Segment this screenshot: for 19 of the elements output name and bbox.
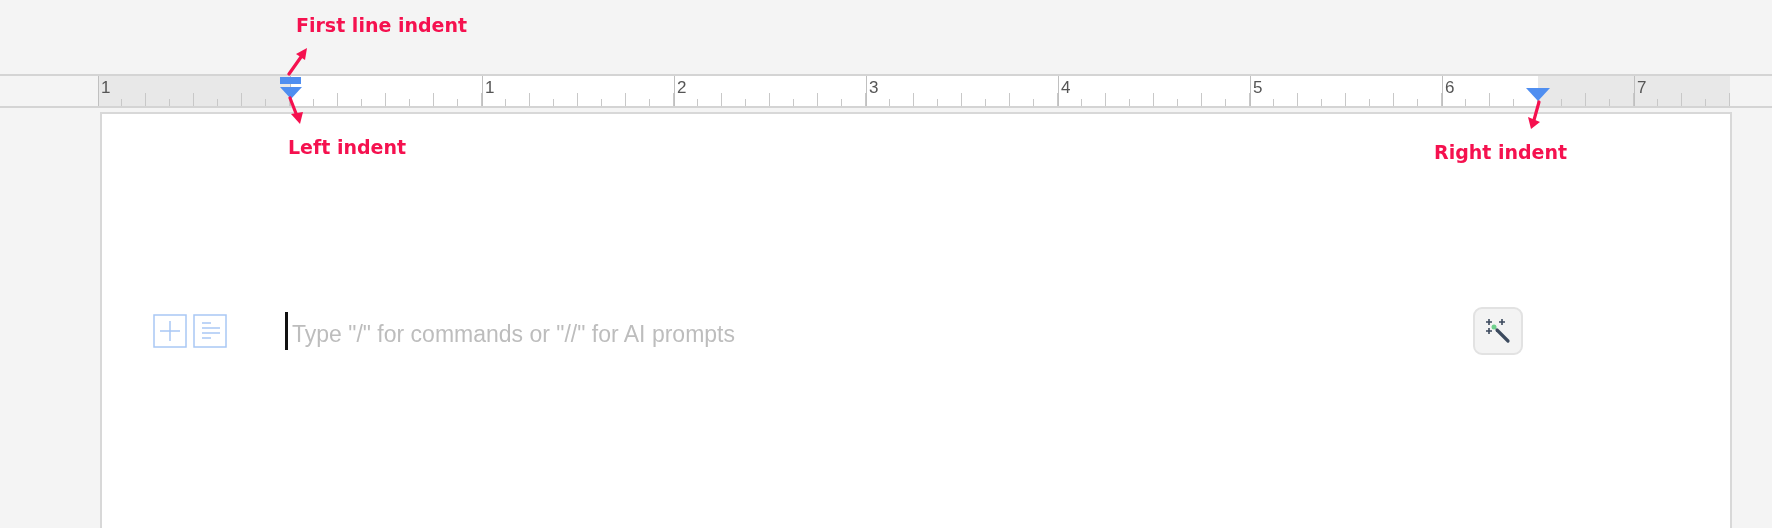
left-indent-marker[interactable] [280, 87, 302, 99]
first-line-indent-marker[interactable] [280, 77, 301, 84]
callout-label: Left indent [288, 136, 407, 158]
magic-wand-icon [1485, 318, 1511, 344]
ruler-number: 4 [1061, 79, 1071, 97]
callout-label: Right indent [1434, 141, 1568, 163]
ai-assist-button[interactable] [1473, 307, 1523, 355]
ruler-number: 3 [869, 79, 879, 97]
ruler-number: 5 [1253, 79, 1263, 97]
text-cursor [285, 312, 288, 350]
callout-arrow [284, 46, 308, 76]
right-indent-marker[interactable] [1526, 88, 1550, 101]
ruler-number: 1 [101, 79, 111, 97]
editor-input[interactable]: Type "/" for commands or "//" for AI prompts [288, 320, 1292, 348]
callout-label: First line indent [296, 14, 468, 36]
ruler-number: 6 [1445, 79, 1455, 97]
ruler-number: 1 [485, 79, 495, 97]
ruler-number: 2 [677, 79, 687, 97]
ruler-number: 7 [1637, 79, 1647, 97]
